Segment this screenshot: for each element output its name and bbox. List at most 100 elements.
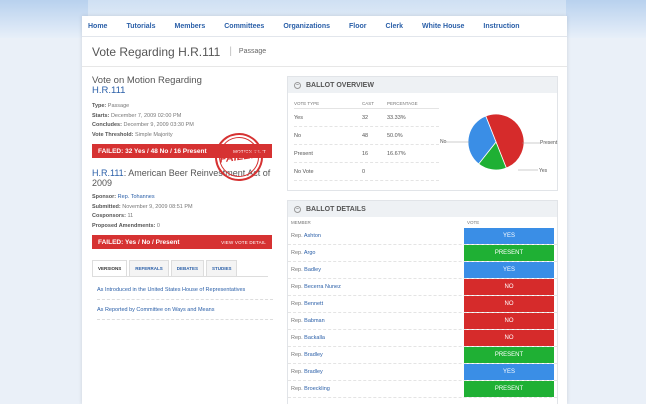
col-vote-type: VOTE TYPE [294, 101, 320, 106]
vote-badge: PRESENT [464, 381, 554, 397]
member-prefix: Rep. [291, 369, 303, 375]
nav-clerk[interactable]: Clerk [386, 23, 404, 30]
overview-pct: 50.0% [387, 132, 403, 139]
motion-starts-label: Starts: [92, 112, 110, 119]
bill-sponsor-link[interactable]: Rep. Tohannes [118, 194, 155, 200]
member-prefix: Rep. [291, 233, 303, 239]
bill-result-bar: FAILED: Yes / No / Present VIEW VOTE DET… [92, 235, 272, 249]
table-row: Rep. Bradley PRESENT [288, 347, 557, 364]
member-name: Rep. Backalla [288, 335, 464, 341]
left-column: Vote on Motion Regarding H.R.111 Type: P… [92, 76, 273, 326]
motion-type-value: Passage [107, 103, 130, 109]
view-vote-detail-link[interactable]: VIEW VOTE DETAIL [221, 240, 266, 245]
col-member: MEMBER [291, 220, 311, 225]
bill-cosponsors-value: 11 [127, 213, 134, 219]
member-link[interactable]: Argo [304, 250, 316, 256]
overview-row-present: Present 16 16.67% [294, 145, 439, 163]
tab-debates[interactable]: DEBATES [170, 260, 204, 276]
bill-amendments: Proposed Amendments: 0 [92, 222, 272, 232]
col-cast: CAST [362, 101, 375, 106]
nav-floor[interactable]: Floor [349, 23, 367, 30]
collapse-icon[interactable]: – [294, 205, 301, 213]
nav-tutorials[interactable]: Tutorials [126, 23, 155, 30]
ballot-overview-table: VOTE TYPE CAST PERCENTAGE Yes 32 33.33% … [294, 99, 439, 181]
motion-type: Type: Passage [92, 102, 272, 112]
vote-badge: YES [464, 364, 554, 380]
member-link[interactable]: Bennett [304, 301, 323, 307]
nav-organizations[interactable]: Organizations [283, 23, 330, 30]
collapse-icon[interactable]: – [294, 81, 301, 89]
motion-starts-value: December 7, 2009 02:00 PM [110, 112, 182, 119]
member-link[interactable]: Broeckling [304, 386, 330, 392]
overview-cast: 48 [362, 132, 369, 139]
title-separator: | [229, 46, 232, 57]
bill-submitted-value: November 9, 2009 08:51 PM [122, 203, 193, 210]
member-link[interactable]: Bradley [304, 352, 323, 358]
member-link[interactable]: Backalla [304, 335, 325, 341]
page-subtitle: Passage [238, 48, 267, 55]
ballot-details-title: BALLOT DETAILS [306, 205, 366, 213]
overview-type: No [294, 132, 302, 139]
main-nav: Home Tutorials Members Committees Organi… [82, 16, 567, 37]
overview-row-no-vote: No Vote 0 [294, 163, 439, 181]
ballot-overview-header[interactable]: – BALLOT OVERVIEW [288, 77, 557, 93]
member-name: Rep. Becerra Nunez [288, 284, 464, 290]
ballot-pie-chart: No Present Yes [440, 95, 558, 185]
nav-committees[interactable]: Committees [224, 23, 264, 30]
table-row: Rep. Bradley YES [288, 364, 557, 381]
banner-right-edge [566, 0, 646, 38]
member-link[interactable]: Badley [304, 267, 321, 273]
vote-badge: NO [464, 296, 554, 312]
col-percentage: PERCENTAGE [387, 101, 418, 106]
overview-type: No Vote [294, 168, 314, 175]
nav-home[interactable]: Home [88, 23, 107, 30]
bill-link[interactable]: H.R.111 [92, 168, 124, 178]
member-prefix: Rep. [291, 267, 303, 273]
tab-studies[interactable]: STUDIES [205, 260, 238, 276]
nav-members[interactable]: Members [175, 23, 206, 30]
nav-white-house[interactable]: White House [422, 23, 464, 30]
versions-list: As Introduced in the United States House… [92, 277, 278, 320]
motion-bill-link[interactable]: H.R.111 [92, 85, 125, 96]
overview-cast: 32 [362, 114, 369, 121]
member-link[interactable]: Becerra Nunez [304, 284, 341, 290]
banner-left-edge [0, 0, 88, 38]
bill-submitted: Submitted: November 9, 2009 08:51 PM [92, 203, 272, 213]
table-row: Rep. Bennett NO [288, 296, 557, 313]
bill-sponsor-label: Sponsor: [92, 194, 117, 200]
nav-instruction[interactable]: Instruction [483, 23, 519, 30]
ballot-details-rows: Rep. Ashton YES Rep. Argo PRESENT Rep. Badle… [288, 228, 557, 398]
page-title: Vote Regarding H.R.111 [92, 44, 221, 59]
member-prefix: Rep. [291, 284, 303, 290]
details-header-row: MEMBER VOTE [288, 217, 557, 228]
ballot-pie-svg: No Present Yes [440, 113, 558, 174]
bill-meta: Sponsor: Rep. Tohannes Submitted: Novemb… [92, 193, 272, 231]
version-reported-link[interactable]: As Reported by Committee on Ways and Mea… [97, 306, 273, 320]
overview-row-yes: Yes 32 33.33% [294, 109, 439, 127]
vote-badge: YES [464, 228, 554, 244]
table-row: Rep. Ashton YES [288, 228, 557, 245]
member-prefix: Rep. [291, 301, 303, 307]
ballot-details-header[interactable]: – BALLOT DETAILS [288, 201, 557, 217]
ballot-overview-title: BALLOT OVERVIEW [306, 81, 374, 89]
member-prefix: Rep. [291, 352, 303, 358]
motion-threshold-label: Vote Threshold: [92, 131, 134, 138]
member-prefix: Rep. [291, 250, 303, 256]
ballot-details-panel: – BALLOT DETAILS MEMBER VOTE Rep. Ashton… [287, 200, 558, 404]
tab-referrals[interactable]: REFERRALS [129, 260, 169, 276]
bill-amendments-value: 0 [156, 222, 160, 229]
table-row: Rep. Babman NO [288, 313, 557, 330]
motion-concludes: Concludes: December 9, 2009 03:30 PM [92, 121, 272, 131]
member-link[interactable]: Ashton [304, 233, 321, 239]
member-link[interactable]: Bradley [304, 369, 323, 375]
overview-pct: 16.67% [387, 150, 406, 157]
member-link[interactable]: Babman [304, 318, 325, 324]
motion-type-label: Type: [92, 103, 107, 109]
motion-result-text: FAILED: 32 Yes / 48 No / 16 Present [98, 147, 207, 155]
vote-badge: YES [464, 262, 554, 278]
vote-badge: NO [464, 313, 554, 329]
version-introduced-link[interactable]: As Introduced in the United States House… [97, 286, 273, 300]
tab-versions[interactable]: VERSIONS [92, 260, 128, 276]
table-row: Rep. Becerra Nunez NO [288, 279, 557, 296]
overview-type: Yes [294, 114, 303, 121]
